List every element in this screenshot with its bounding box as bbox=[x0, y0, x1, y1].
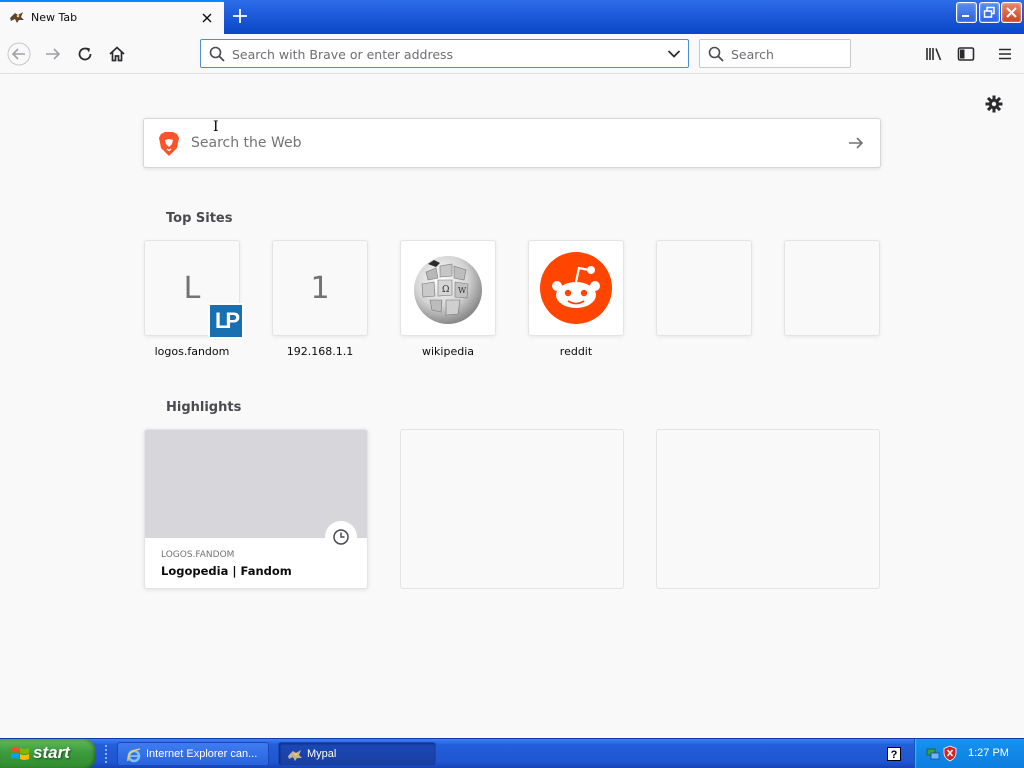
top-site-label: wikipedia bbox=[421, 345, 474, 358]
chevron-down-icon[interactable] bbox=[667, 48, 681, 60]
library-icon bbox=[926, 48, 942, 61]
new-tab-button[interactable] bbox=[229, 5, 251, 27]
search-bar[interactable]: Search bbox=[699, 39, 851, 68]
highlight-card-empty bbox=[656, 429, 880, 589]
address-bar[interactable]: Search with Brave or enter address bbox=[200, 39, 689, 68]
logopedia-logo-icon: LP bbox=[208, 303, 244, 339]
taskbar-item-mypal[interactable]: Mypal bbox=[278, 742, 436, 766]
top-site-logos-fandom[interactable]: L LP logos.fandom bbox=[144, 240, 244, 358]
reddit-icon bbox=[540, 252, 612, 324]
search-icon bbox=[708, 46, 724, 62]
taskbar-item-internet-explorer[interactable]: Internet Explorer can... bbox=[117, 742, 269, 766]
taskbar-item-label: Internet Explorer can... bbox=[146, 748, 258, 760]
home-icon bbox=[109, 46, 125, 62]
close-tab-icon[interactable] bbox=[199, 10, 215, 26]
top-site-label: logos.fandom bbox=[154, 345, 230, 358]
help-icon[interactable]: ? bbox=[887, 747, 901, 761]
highlight-title: Logopedia | Fandom bbox=[161, 564, 292, 578]
top-sites-title: Top Sites bbox=[166, 211, 233, 226]
text-cursor-icon: I bbox=[213, 119, 219, 135]
hamburger-menu-icon bbox=[999, 48, 1011, 60]
start-label: start bbox=[33, 743, 70, 762]
reload-button[interactable] bbox=[73, 42, 97, 66]
search-bar-placeholder: Search bbox=[731, 47, 774, 62]
sidebar-button[interactable] bbox=[954, 42, 978, 66]
mypal-favicon-icon bbox=[10, 12, 24, 23]
web-search-placeholder: Search the Web bbox=[191, 135, 302, 151]
empty-site-tile bbox=[784, 240, 880, 336]
gear-icon[interactable] bbox=[984, 94, 1004, 114]
system-tray: 1:27 PM bbox=[914, 739, 1024, 768]
top-site-empty bbox=[656, 240, 752, 336]
taskbar-item-label: Mypal bbox=[307, 748, 337, 760]
top-site-tile[interactable]: Ω W bbox=[400, 240, 496, 336]
arrow-right-icon[interactable] bbox=[847, 134, 865, 152]
taskbar: start Internet Explorer can... Mypal ? 1… bbox=[0, 738, 1024, 768]
top-site-tile[interactable] bbox=[528, 240, 624, 336]
library-button[interactable] bbox=[922, 42, 946, 66]
top-site-empty bbox=[784, 240, 880, 336]
tab-new-tab[interactable]: New Tab bbox=[0, 0, 224, 34]
top-site-router[interactable]: 1 192.168.1.1 bbox=[272, 240, 368, 358]
top-site-label: reddit bbox=[559, 345, 593, 358]
top-site-reddit[interactable]: reddit bbox=[528, 240, 624, 358]
svg-text:Ω: Ω bbox=[442, 285, 449, 295]
search-icon bbox=[209, 46, 225, 62]
clock-icon bbox=[325, 521, 357, 553]
top-site-letter: 1 bbox=[310, 270, 330, 306]
taskbar-grip[interactable] bbox=[105, 745, 111, 763]
reload-icon bbox=[78, 47, 92, 61]
web-search-box[interactable]: Search the Web bbox=[143, 118, 881, 168]
empty-site-tile bbox=[656, 240, 752, 336]
highlight-card-empty bbox=[400, 429, 624, 589]
minimize-button[interactable] bbox=[956, 2, 977, 23]
top-site-letter: L bbox=[183, 270, 201, 306]
svg-text:W: W bbox=[458, 286, 467, 295]
wikipedia-globe-icon: Ω W bbox=[414, 256, 482, 324]
home-button[interactable] bbox=[105, 42, 129, 66]
top-site-tile[interactable]: L LP bbox=[144, 240, 244, 339]
highlights-title: Highlights bbox=[166, 400, 242, 415]
back-button[interactable] bbox=[7, 42, 31, 66]
network-icon[interactable] bbox=[925, 746, 941, 762]
tab-title: New Tab bbox=[31, 11, 78, 24]
top-site-tile[interactable]: 1 bbox=[272, 240, 368, 336]
start-button[interactable]: start bbox=[0, 739, 96, 768]
clock: 1:27 PM bbox=[968, 747, 1009, 759]
sidebar-icon bbox=[957, 47, 975, 61]
highlight-card[interactable]: LOGOS.FANDOM Logopedia | Fandom bbox=[144, 429, 368, 589]
top-site-label: 192.168.1.1 bbox=[286, 345, 354, 358]
navigation-toolbar: Search with Brave or enter address Searc… bbox=[0, 34, 1024, 74]
windows-logo-icon bbox=[11, 747, 29, 760]
forward-button[interactable] bbox=[41, 42, 65, 66]
top-site-wikipedia[interactable]: Ω W wikipedia bbox=[400, 240, 496, 358]
close-window-button[interactable] bbox=[1001, 2, 1022, 23]
highlight-host: LOGOS.FANDOM bbox=[161, 550, 235, 560]
forward-arrow-icon bbox=[46, 48, 61, 60]
security-shield-icon[interactable] bbox=[943, 745, 957, 762]
back-arrow-icon bbox=[7, 42, 31, 66]
restore-button[interactable] bbox=[979, 2, 1000, 23]
menu-button[interactable] bbox=[993, 42, 1017, 66]
brave-lion-icon bbox=[159, 132, 179, 156]
ie-icon bbox=[127, 748, 141, 763]
address-bar-placeholder: Search with Brave or enter address bbox=[232, 47, 454, 62]
mypal-icon bbox=[288, 750, 302, 761]
window-titlebar: New Tab bbox=[0, 0, 1024, 34]
